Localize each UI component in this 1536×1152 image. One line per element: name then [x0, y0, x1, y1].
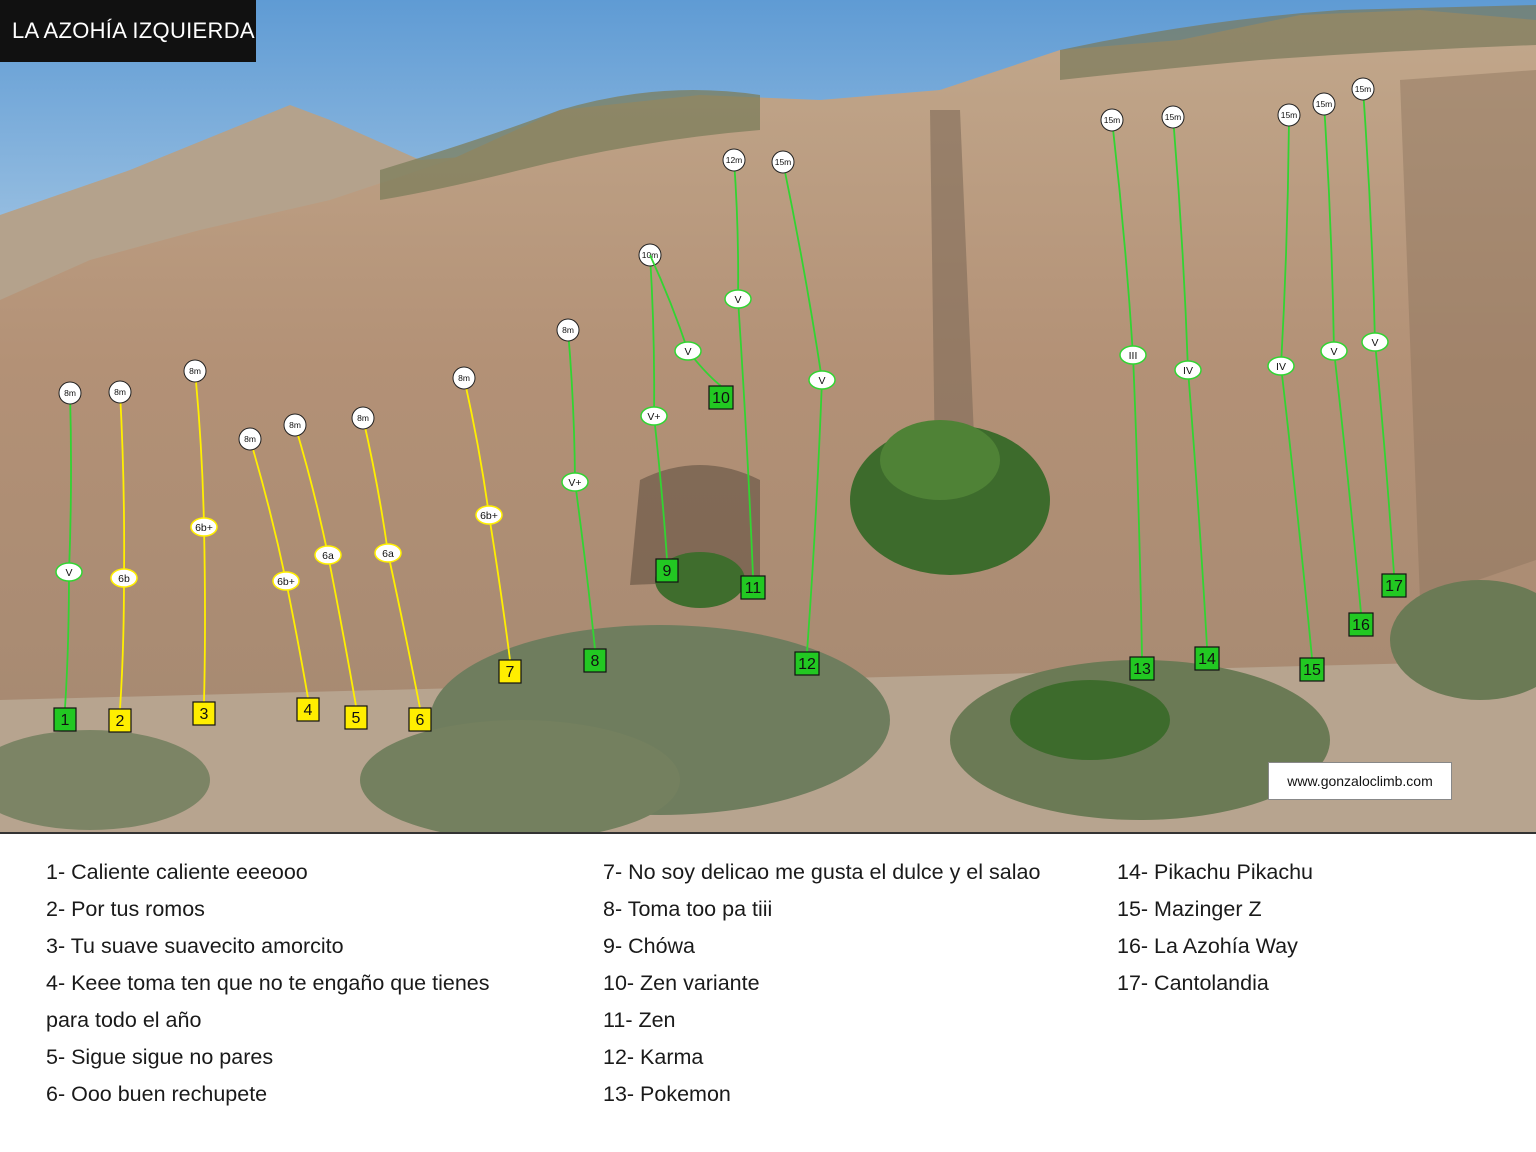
route-grade: 6b+ — [195, 522, 213, 534]
route-number: 14 — [1198, 651, 1216, 668]
route-number: 6 — [416, 712, 425, 729]
route-number: 5 — [352, 710, 361, 727]
route-length: 8m — [458, 373, 470, 383]
route-number: 15 — [1303, 662, 1321, 679]
route-number: 3 — [200, 706, 209, 723]
route-length: 8m — [562, 325, 574, 335]
legend-item: 13- Pokemon — [603, 1082, 731, 1106]
route-number: 13 — [1133, 661, 1151, 678]
route-grade: V — [684, 346, 691, 358]
palm — [880, 420, 1000, 500]
route-grade: 6a — [322, 550, 334, 562]
legend-item: 15- Mazinger Z — [1117, 897, 1262, 921]
route-length: 15m — [1104, 115, 1121, 125]
route-grade: V — [65, 567, 72, 579]
crag-photo: 8m V 1 8m 6b 2 8m 6b+ 3 8m 6b+ 4 8m 6a 5 8m 6a 6 8m 6b+ 7 8m V… — [0, 0, 1536, 832]
route-grade: V — [734, 294, 741, 306]
route-length: 15m — [1355, 84, 1372, 94]
route-grade: 6a — [382, 548, 394, 560]
route-legend: 1- Caliente caliente eeeooo 2- Por tus r… — [0, 832, 1536, 1152]
route-grade: 6b — [118, 573, 130, 585]
rock-shadow — [1400, 70, 1536, 600]
route-grade: V — [818, 375, 825, 387]
route-grade: IV — [1276, 361, 1286, 373]
route-length: 8m — [244, 434, 256, 444]
route-length: 15m — [775, 157, 792, 167]
route-length: 15m — [1281, 110, 1298, 120]
legend-item: 10- Zen variante — [603, 971, 760, 995]
route-length: 8m — [289, 420, 301, 430]
route-length: 15m — [1165, 112, 1182, 122]
route-number: 2 — [116, 713, 125, 730]
route-grade: V — [1330, 346, 1337, 358]
legend-item: 3- Tu suave suavecito amorcito — [46, 934, 344, 958]
route-number: 12 — [798, 656, 816, 673]
legend-item: 5- Sigue sigue no pares — [46, 1045, 274, 1069]
website-label: www.gonzaloclimb.com — [1268, 762, 1452, 800]
route-number: 8 — [591, 653, 600, 670]
route-length: 15m — [1316, 99, 1333, 109]
route-length: 12m — [726, 155, 743, 165]
legend-item: 6- Ooo buen rechupete — [46, 1082, 268, 1106]
legend-column-2: 7- No soy delicao me gusta el dulce y el… — [603, 854, 1040, 1113]
route-number: 11 — [745, 580, 762, 597]
palm — [1010, 680, 1170, 760]
route-number: 1 — [61, 712, 70, 729]
route-number: 9 — [663, 563, 672, 580]
legend-item: 14- Pikachu Pikachu — [1117, 860, 1313, 884]
legend-item: 16- La Azohía Way — [1117, 934, 1298, 958]
route-grade: V+ — [647, 411, 660, 423]
legend-column-1: 1- Caliente caliente eeeooo 2- Por tus r… — [46, 854, 489, 1113]
route-grade: III — [1129, 350, 1138, 362]
route-grade: IV — [1183, 365, 1193, 377]
legend-item: 9- Chówa — [603, 934, 696, 958]
route-grade: V+ — [568, 477, 581, 489]
legend-item: 8- Toma too pa tiii — [603, 897, 773, 921]
route-grade: 6b+ — [480, 510, 498, 522]
legend-item: 7- No soy delicao me gusta el dulce y el… — [603, 860, 1041, 884]
route-number: 10 — [712, 390, 730, 407]
route-number: 17 — [1385, 578, 1403, 595]
route-grade: 6b+ — [277, 576, 295, 588]
route-length: 8m — [189, 366, 201, 376]
legend-column-3: 14- Pikachu Pikachu 15- Mazinger Z 16- L… — [1117, 854, 1313, 1002]
route-grade: V — [1371, 337, 1378, 349]
legend-item: 11- Zen — [603, 1008, 676, 1032]
route-number: 16 — [1352, 617, 1370, 634]
legend-item: 17- Cantolandia — [1117, 971, 1269, 995]
route-number: 7 — [506, 664, 515, 681]
route-length: 8m — [357, 413, 369, 423]
legend-item: para todo el año — [46, 1008, 202, 1032]
route-length: 8m — [64, 388, 76, 398]
route-length: 8m — [114, 387, 126, 397]
legend-item: 12- Karma — [603, 1045, 704, 1069]
legend-item: 4- Keee toma ten que no te engaño que ti… — [46, 971, 490, 995]
legend-item: 1- Caliente caliente eeeooo — [46, 860, 308, 884]
route-number: 4 — [304, 702, 313, 719]
crag-title: LA AZOHÍA IZQUIERDA — [0, 0, 256, 62]
legend-item: 2- Por tus romos — [46, 897, 205, 921]
